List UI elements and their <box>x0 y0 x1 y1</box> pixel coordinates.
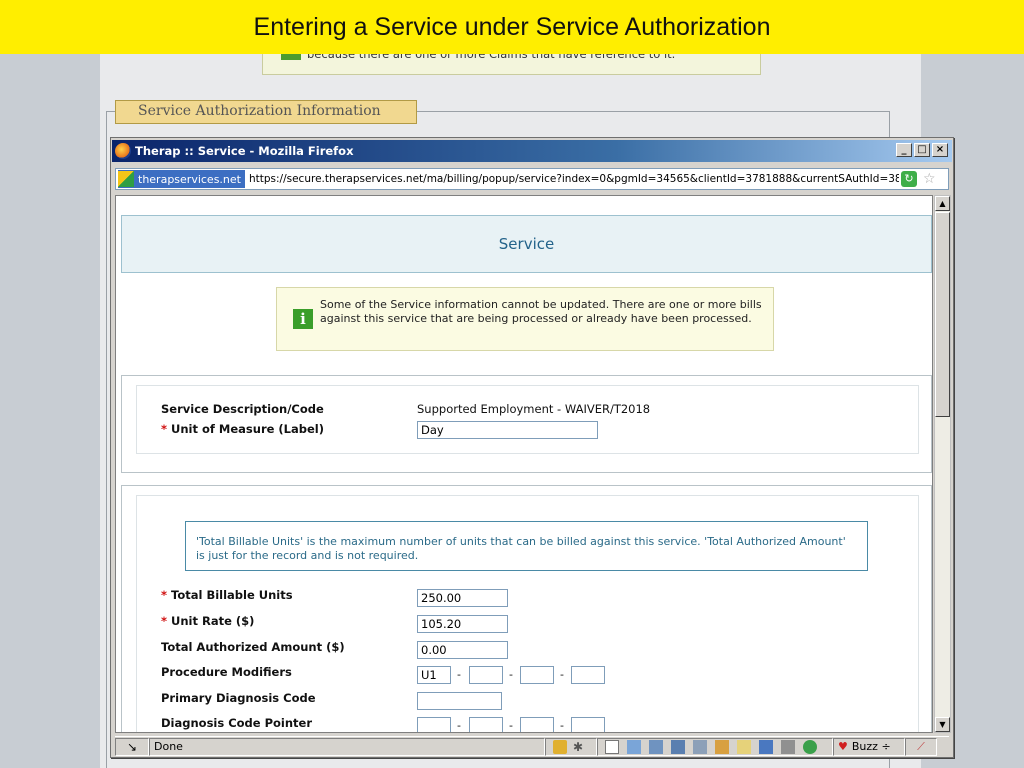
unit-of-measure-input[interactable]: Day <box>417 421 598 439</box>
save-icon[interactable] <box>671 739 685 754</box>
unit-rate-label: * Unit Rate ($) <box>161 614 255 628</box>
chart-icon[interactable] <box>759 739 773 754</box>
lock-icon[interactable] <box>553 739 567 754</box>
service-description-inner: Service Description/Code Supported Emplo… <box>136 385 919 454</box>
scroll-up-button[interactable]: ▲ <box>935 196 950 211</box>
status-bar: ↘ Done ✱ ♥ Buzz ÷ ⟋ <box>115 736 949 756</box>
procedure-modifier-3-input[interactable] <box>520 666 554 684</box>
total-billable-units-label: * Total Billable Units <box>161 588 293 602</box>
window-title: Therap :: Service - Mozilla Firefox <box>135 144 354 158</box>
window-titlebar[interactable]: Therap :: Service - Mozilla Firefox _ □ … <box>112 140 952 162</box>
pointer-separator: - <box>560 719 564 732</box>
total-billable-units-input[interactable]: 250.00 <box>417 589 508 607</box>
info-icon: i <box>293 309 313 329</box>
url-bar[interactable]: therapservices.net https://secure.therap… <box>115 168 949 190</box>
site-identity-button[interactable]: therapservices.net <box>118 170 245 188</box>
scroll-down-button[interactable]: ▼ <box>935 717 950 732</box>
tools-icon[interactable] <box>781 739 795 754</box>
info-message-box: i Some of the Service information cannot… <box>276 287 774 351</box>
info-status-icon[interactable] <box>803 739 817 754</box>
site-favicon-icon <box>118 171 134 187</box>
procedure-modifier-2-input[interactable] <box>469 666 503 684</box>
bookmark-star-icon[interactable]: ☆ <box>923 171 936 187</box>
slide-title: Entering a Service under Service Authori… <box>253 12 771 41</box>
diagnosis-code-pointer-label: Diagnosis Code Pointer <box>161 716 313 730</box>
network-icon[interactable] <box>649 739 663 754</box>
pointer-separator: - <box>509 719 513 732</box>
modifier-separator: - <box>457 668 461 681</box>
graph-icon: ⟋ <box>917 739 925 753</box>
primary-diagnosis-code-label: Primary Diagnosis Code <box>161 691 316 705</box>
unit-of-measure-label: * Unit of Measure (Label) <box>161 422 324 436</box>
modifier-separator: - <box>560 668 564 681</box>
status-text-segment: Done <box>149 737 545 756</box>
procedure-modifiers-label: Procedure Modifiers <box>161 665 292 679</box>
modifier-separator: - <box>509 668 513 681</box>
diagnosis-pointer-2-input[interactable] <box>469 717 503 732</box>
required-marker: * <box>161 422 168 436</box>
billing-panel: 'Total Billable Units' is the maximum nu… <box>121 485 932 732</box>
diagnosis-pointer-3-input[interactable] <box>520 717 554 732</box>
heart-icon: ♥ <box>838 740 848 753</box>
firefox-logo-icon <box>115 143 131 159</box>
refresh-go-icon[interactable]: ↻ <box>900 171 917 187</box>
billable-units-note: 'Total Billable Units' is the maximum nu… <box>185 521 868 571</box>
firefox-popup-window: Therap :: Service - Mozilla Firefox _ □ … <box>110 137 954 758</box>
unit-rate-input[interactable]: 105.20 <box>417 615 508 633</box>
firebug-icon[interactable]: ✱ <box>573 740 587 754</box>
diagnosis-pointer-4-input[interactable] <box>571 717 605 732</box>
scroll-thumb[interactable] <box>935 212 950 417</box>
total-authorized-amount-label: Total Authorized Amount ($) <box>161 640 345 654</box>
page-content: Service i Some of the Service informatio… <box>115 195 933 733</box>
total-authorized-amount-input[interactable]: 0.00 <box>417 641 508 659</box>
slide-header: Entering a Service under Service Authori… <box>0 0 1024 54</box>
service-description-panel: Service Description/Code Supported Emplo… <box>121 375 932 473</box>
url-text[interactable]: https://secure.therapservices.net/ma/bil… <box>249 173 899 185</box>
minimize-button[interactable]: _ <box>896 143 912 157</box>
primary-diagnosis-code-input[interactable] <box>417 692 502 710</box>
vertical-scrollbar[interactable]: ▲ ▼ <box>934 195 951 733</box>
service-description-label: Service Description/Code <box>161 402 324 416</box>
pointer-separator: - <box>457 719 461 732</box>
pencil-icon[interactable] <box>627 739 641 754</box>
status-graph-segment[interactable]: ⟋ <box>905 737 937 756</box>
maximize-button[interactable]: □ <box>914 143 930 157</box>
page-icon[interactable] <box>605 739 619 754</box>
status-security-segment: ✱ <box>545 737 597 756</box>
close-button[interactable]: × <box>932 143 948 157</box>
buzz-label: Buzz ÷ <box>851 740 891 753</box>
reload-icon[interactable] <box>715 739 729 754</box>
site-identity-label: therapservices.net <box>138 172 241 186</box>
status-addons-segment <box>597 737 833 756</box>
page-title: Service <box>498 235 555 253</box>
print-icon[interactable] <box>693 739 707 754</box>
status-resize-segment: ↘ <box>115 737 149 756</box>
note-icon[interactable] <box>737 739 751 754</box>
service-header: Service <box>121 215 932 273</box>
buzz-segment[interactable]: ♥ Buzz ÷ <box>833 737 905 756</box>
procedure-modifier-1-input[interactable]: U1 <box>417 666 451 684</box>
window-controls: _ □ × <box>896 143 948 157</box>
billing-panel-inner: 'Total Billable Units' is the maximum nu… <box>136 495 919 732</box>
diagnosis-pointer-1-input[interactable] <box>417 717 451 732</box>
service-authorization-legend: Service Authorization Information <box>115 100 417 124</box>
service-description-value: Supported Employment - WAIVER/T2018 <box>417 402 651 416</box>
status-text: Done <box>154 740 183 753</box>
info-message-text: Some of the Service information cannot b… <box>320 298 762 325</box>
status-arrow-icon: ↘ <box>126 739 138 754</box>
procedure-modifier-4-input[interactable] <box>571 666 605 684</box>
